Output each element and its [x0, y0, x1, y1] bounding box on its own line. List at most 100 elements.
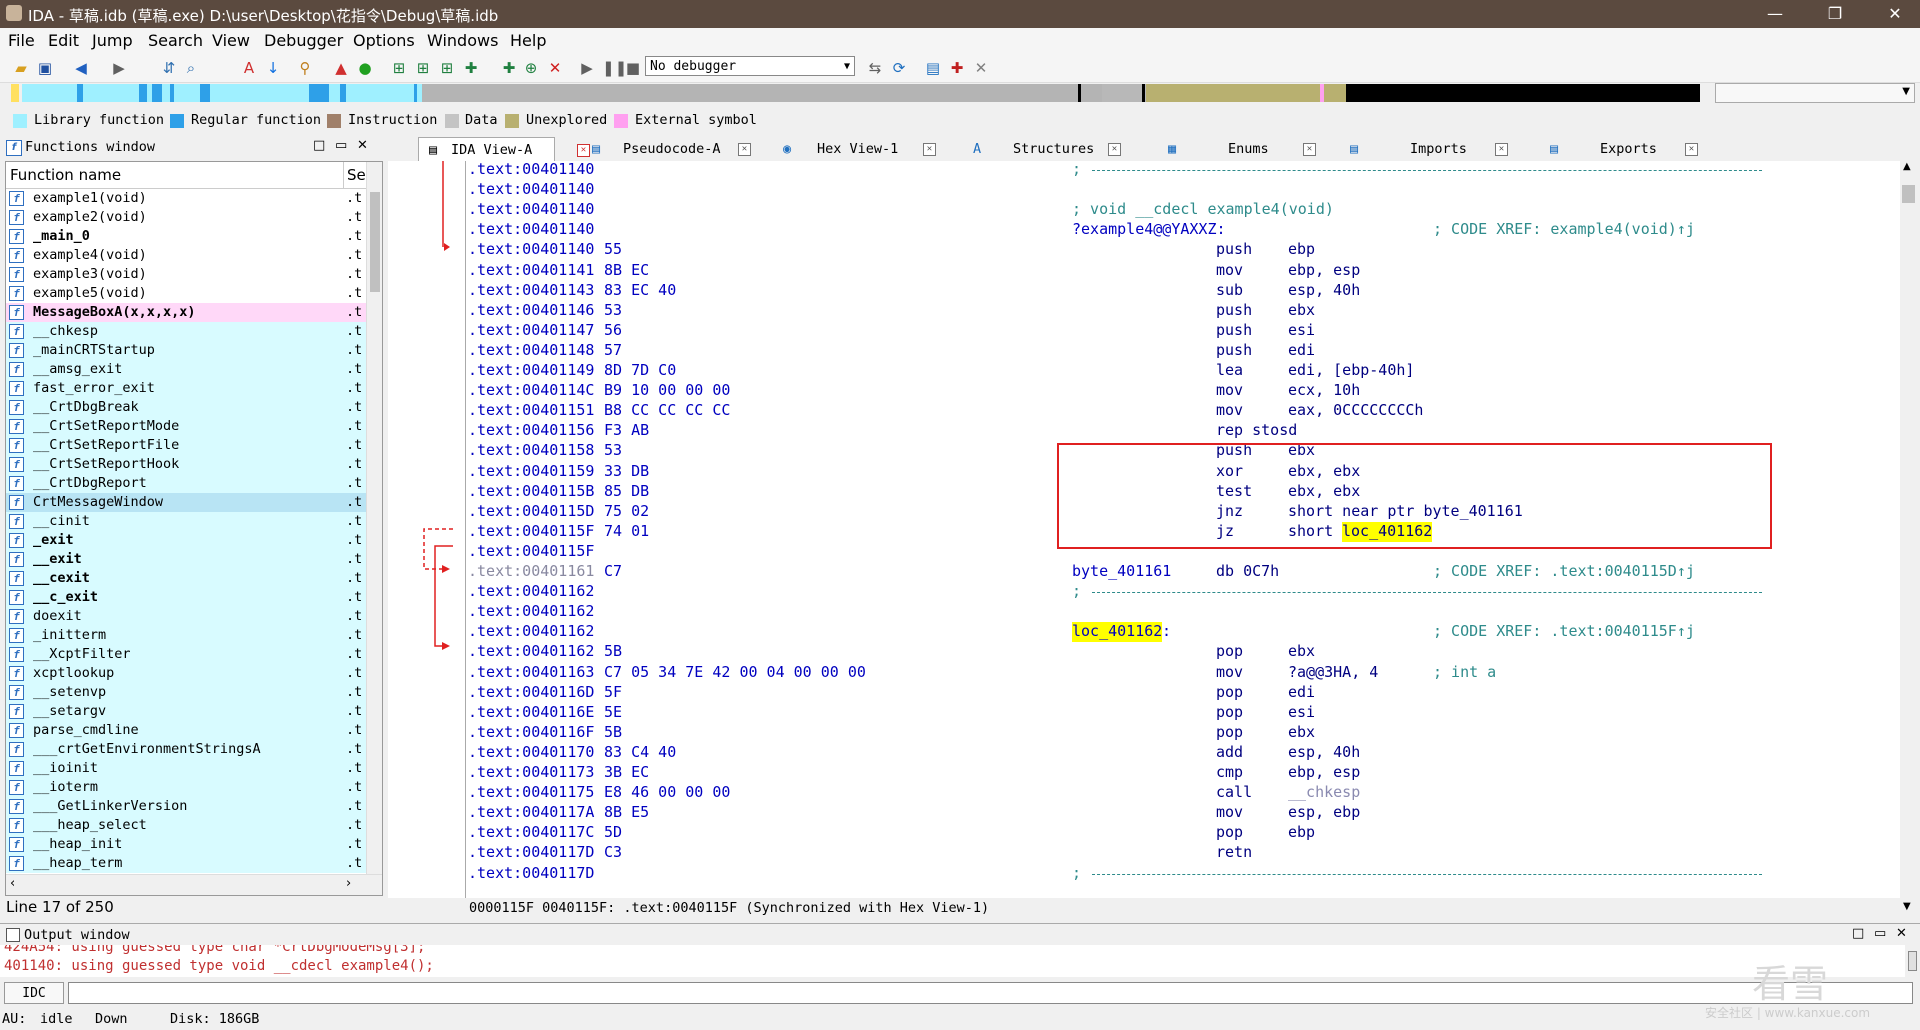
tab-exports[interactable]: ▤ Exports ✕ — [1550, 137, 1730, 161]
back-icon[interactable]: ◀ — [72, 59, 90, 77]
run-icon[interactable]: ● — [356, 59, 374, 77]
command-input[interactable] — [68, 982, 1913, 1004]
menu-help[interactable]: Help — [510, 31, 546, 50]
function-row[interactable]: f example1(void) .t — [6, 189, 366, 208]
add-icon[interactable]: ✚ — [462, 59, 480, 77]
function-row[interactable]: f __heap_init .t — [6, 835, 366, 854]
code-icon[interactable]: ⊕ — [522, 59, 540, 77]
menu-file[interactable]: File — [8, 31, 35, 50]
menu-edit[interactable]: Edit — [48, 31, 79, 50]
menu-options[interactable]: Options — [353, 31, 415, 50]
function-row[interactable]: f _initterm .t — [6, 626, 366, 645]
idc-language-button[interactable]: IDC — [4, 982, 64, 1004]
function-row[interactable]: f __CrtSetReportFile .t — [6, 436, 366, 455]
tab-close-icon[interactable]: ✕ — [923, 143, 936, 156]
function-row[interactable]: f MessageBoxA(x,x,x,x) .t — [6, 303, 366, 322]
debugger-select[interactable]: No debugger ▼ — [645, 56, 855, 76]
function-row[interactable]: f __ioinit .t — [6, 759, 366, 778]
jump-icon[interactable]: ⇵ — [160, 59, 178, 77]
functions-vscroll[interactable] — [366, 162, 382, 874]
tab-enums[interactable]: ▦ Enums ✕ — [1168, 137, 1338, 161]
breakpoint-add-icon[interactable]: ✚ — [948, 59, 966, 77]
navigation-band[interactable] — [22, 84, 1700, 102]
text-icon[interactable]: A — [240, 59, 258, 77]
tab-close-icon[interactable]: ✕ — [1108, 143, 1121, 156]
output-vscroll-thumb[interactable] — [1908, 951, 1917, 971]
scroll-down-icon[interactable]: ▼ — [1903, 901, 1911, 912]
function-row[interactable]: f example4(void) .t — [6, 246, 366, 265]
panel-close-icon[interactable]: ✕ — [1896, 926, 1907, 941]
search-binary-icon[interactable]: ⚲ — [296, 59, 314, 77]
function-row[interactable]: f __exit .t — [6, 550, 366, 569]
function-row[interactable]: f ___GetLinkerVersion .t — [6, 797, 366, 816]
function-row[interactable]: f __cexit .t — [6, 569, 366, 588]
column-header-segment[interactable]: Se — [347, 166, 366, 184]
ida-view-vscroll[interactable]: ▲ ▼ — [1900, 161, 1917, 918]
nav-dropdown[interactable]: ▼ — [1715, 83, 1915, 103]
function-row[interactable]: f xcptlookup .t — [6, 664, 366, 683]
undefine-icon[interactable]: ✕ — [546, 59, 564, 77]
function-row[interactable]: f __amsg_exit .t — [6, 360, 366, 379]
function-row[interactable]: f __setenvp .t — [6, 683, 366, 702]
function-row[interactable]: f __cinit .t — [6, 512, 366, 531]
function-row[interactable]: f __ioterm .t — [6, 778, 366, 797]
forward-icon[interactable]: ▶ — [110, 59, 128, 77]
function-row[interactable]: f __CrtSetReportMode .t — [6, 417, 366, 436]
function-row[interactable]: f fast_error_exit .t — [6, 379, 366, 398]
pause-icon[interactable]: ❚❚ — [602, 59, 627, 77]
panel-float-icon[interactable]: ▭ — [335, 138, 347, 153]
scroll-up-icon[interactable]: ▲ — [1903, 161, 1911, 172]
function-row[interactable]: f example3(void) .t — [6, 265, 366, 284]
maximize-button[interactable]: ❐ — [1805, 0, 1865, 28]
attach-icon[interactable]: ⇆ — [866, 59, 884, 77]
function-row[interactable]: f example5(void) .t — [6, 284, 366, 303]
function-icon[interactable]: ⊞ — [390, 59, 408, 77]
tab-close-icon[interactable]: ✕ — [1303, 143, 1316, 156]
functions-list[interactable]: Function name Se f example1(void) .t f examp… — [5, 161, 383, 896]
function-row[interactable]: f _main_0 .t — [6, 227, 366, 246]
function-row[interactable]: f __CrtSetReportHook .t — [6, 455, 366, 474]
function-row[interactable]: f ___heap_select .t — [6, 816, 366, 835]
arrow-down-icon[interactable]: ↓ — [264, 59, 282, 77]
patch-icon[interactable]: ✚ — [500, 59, 518, 77]
play-icon[interactable]: ▶ — [578, 59, 596, 77]
function-row[interactable]: f doexit .t — [6, 607, 366, 626]
panel-restore-icon[interactable]: □ — [1852, 926, 1864, 941]
function-row[interactable]: f __XcptFilter .t — [6, 645, 366, 664]
panel-close-icon[interactable]: ✕ — [357, 138, 368, 153]
tab-close-icon[interactable]: ✕ — [738, 143, 751, 156]
graph-icon[interactable]: ▲ — [332, 59, 350, 77]
breakpoints-icon[interactable]: ▤ — [924, 59, 942, 77]
save-icon[interactable]: ▣ — [36, 59, 54, 77]
tab-structures[interactable]: A Structures ✕ — [973, 137, 1153, 161]
menu-windows[interactable]: Windows — [427, 31, 498, 50]
function-row[interactable]: f __chkesp .t — [6, 322, 366, 341]
close-button[interactable]: ✕ — [1865, 0, 1920, 28]
column-header-function-name[interactable]: Function name — [10, 166, 121, 184]
breakpoint-del-icon[interactable]: ✕ — [972, 59, 990, 77]
panel-float-icon[interactable]: ▭ — [1874, 926, 1886, 941]
output-window-text[interactable]: 424A54: using guessed type char *CrtDbgM… — [0, 945, 1905, 977]
function-row[interactable]: f example2(void) .t — [6, 208, 366, 227]
functions-vscroll-thumb[interactable] — [370, 192, 380, 292]
segment-icon[interactable]: ⊞ — [414, 59, 432, 77]
tab-pseudocode-a[interactable]: ▤ Pseudocode-A ✕ — [588, 137, 763, 161]
function-row[interactable]: f __heap_term .t — [6, 854, 366, 873]
function-row[interactable]: f __setargv .t — [6, 702, 366, 721]
search-icon[interactable]: ⌕ — [182, 59, 200, 77]
tab-close-icon[interactable]: ✕ — [1495, 143, 1508, 156]
panel-restore-icon[interactable]: □ — [313, 138, 325, 153]
function-row[interactable]: f _exit .t — [6, 531, 366, 550]
function-row[interactable]: f ___crtGetEnvironmentStringsA .t — [6, 740, 366, 759]
function-row[interactable]: f parse_cmdline .t — [6, 721, 366, 740]
scroll-right-icon[interactable]: › — [346, 876, 351, 891]
functions-hscroll[interactable]: ‹ › — [6, 874, 382, 895]
menu-search[interactable]: Search — [148, 31, 203, 50]
function-row[interactable]: f CrtMessageWindow .t — [6, 493, 366, 512]
menu-debugger[interactable]: Debugger — [264, 31, 343, 50]
stop-icon[interactable]: ■ — [624, 59, 642, 77]
struct-icon[interactable]: ⊞ — [438, 59, 456, 77]
function-row[interactable]: f _mainCRTStartup .t — [6, 341, 366, 360]
output-vscroll[interactable] — [1905, 945, 1920, 977]
tab-ida-view-a[interactable]: ▤ IDA View-A ✕ — [418, 137, 590, 162]
